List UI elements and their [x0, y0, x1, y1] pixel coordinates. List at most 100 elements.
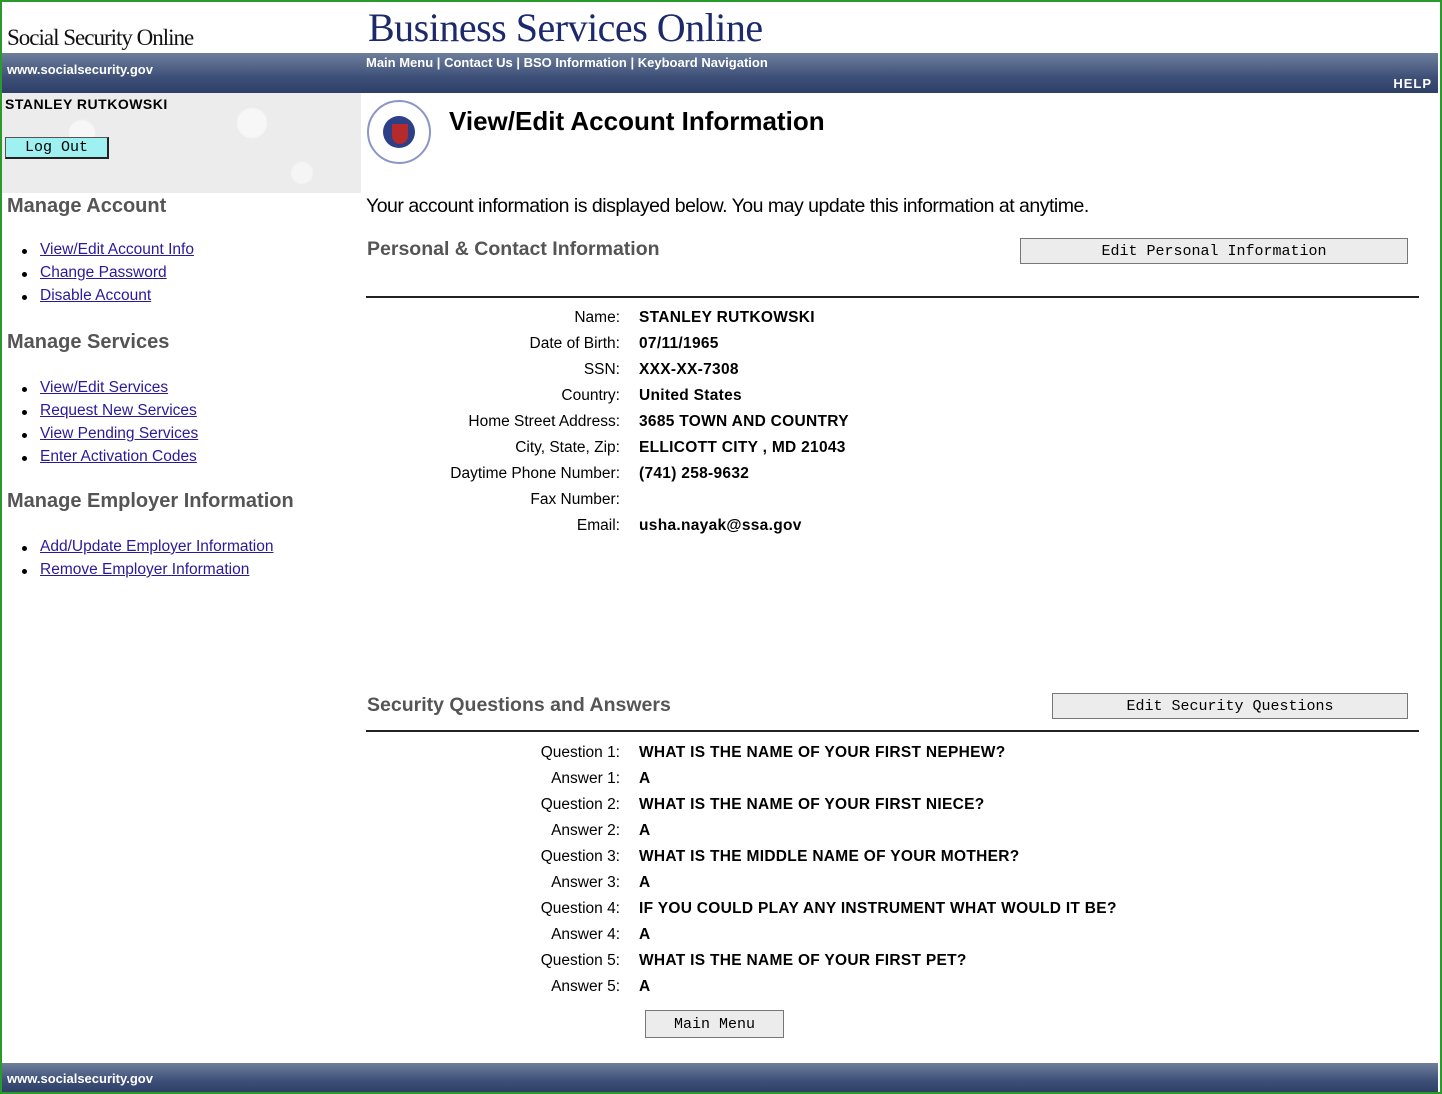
field-value: WHAT IS THE NAME OF YOUR FIRST NIECE? [639, 796, 985, 813]
edit-security-questions-button[interactable]: Edit Security Questions [1052, 693, 1408, 719]
ssa-seal-icon [367, 100, 431, 164]
nav-separator: | [630, 55, 635, 70]
nav-separator: | [516, 55, 520, 70]
manage-account-list: View/Edit Account Info Change Password D… [22, 241, 194, 310]
sidebar-link-view-edit-services[interactable]: View/Edit Services [40, 379, 168, 396]
field-value: United States [639, 387, 742, 404]
field-label: Daytime Phone Number: [450, 465, 620, 482]
intro-text: Your account information is displayed be… [366, 195, 1089, 217]
list-item: Enter Activation Codes [22, 448, 198, 471]
edit-personal-info-button[interactable]: Edit Personal Information [1020, 238, 1408, 264]
page-title: View/Edit Account Information [449, 106, 825, 136]
field-value: (741) 258-9632 [639, 465, 750, 482]
field-label: Date of Birth: [529, 335, 620, 352]
field-label: SSN: [583, 361, 620, 378]
manage-services-list: View/Edit Services Request New Services … [22, 379, 198, 471]
field-label: Question 5: [540, 952, 620, 969]
sidebar-heading-manage-services: Manage Services [7, 331, 170, 353]
help-link[interactable]: HELP [1393, 76, 1432, 91]
table-row: Daytime Phone Number: (741) 258-9632 [366, 465, 1366, 491]
table-row: Answer 1: A [366, 770, 1366, 796]
sidebar-heading-manage-account: Manage Account [7, 195, 167, 217]
sidebar-link-remove-employer[interactable]: Remove Employer Information [40, 561, 249, 578]
field-value: IF YOU COULD PLAY ANY INSTRUMENT WHAT WO… [639, 900, 1117, 917]
field-value: A [639, 978, 651, 995]
footer-bar: www.socialsecurity.gov [2, 1063, 1438, 1092]
field-value: WHAT IS THE MIDDLE NAME OF YOUR MOTHER? [639, 848, 1020, 865]
table-row: Answer 5: A [366, 978, 1366, 1004]
field-value: ELLICOTT CITY , MD 21043 [639, 439, 846, 456]
table-row: City, State, Zip: ELLICOTT CITY , MD 2104… [366, 439, 1366, 465]
personal-info-table: Name: STANLEY RUTKOWSKI Date of Birth: 07/… [366, 309, 1366, 543]
field-label: Question 4: [540, 900, 620, 917]
field-value: WHAT IS THE NAME OF YOUR FIRST PET? [639, 952, 967, 969]
nav-bso-information[interactable]: BSO Information [524, 55, 627, 70]
field-label: Answer 1: [551, 770, 620, 787]
sidebar-link-disable-account[interactable]: Disable Account [40, 287, 151, 304]
table-row: Question 4: IF YOU COULD PLAY ANY INSTRUM… [366, 900, 1366, 926]
list-item: Disable Account [22, 287, 194, 310]
main-menu-button[interactable]: Main Menu [645, 1010, 784, 1038]
list-item: View Pending Services [22, 425, 198, 448]
field-value: XXX-XX-7308 [639, 361, 739, 378]
field-label: Answer 4: [551, 926, 620, 943]
list-item: View/Edit Services [22, 379, 198, 402]
field-label: Question 3: [540, 848, 620, 865]
field-label: Country: [561, 387, 620, 404]
logout-button[interactable]: Log Out [5, 137, 109, 159]
table-row: SSN: XXX-XX-7308 [366, 361, 1366, 387]
table-row: Answer 2: A [366, 822, 1366, 848]
sidebar-heading-manage-employer: Manage Employer Information [7, 490, 294, 512]
site-title: Business Services Online [368, 5, 763, 50]
table-row: Question 2: WHAT IS THE NAME OF YOUR FIRS… [366, 796, 1366, 822]
field-value: A [639, 770, 651, 787]
list-item: Change Password [22, 264, 194, 287]
table-row: Date of Birth: 07/11/1965 [366, 335, 1366, 361]
field-label: Answer 2: [551, 822, 620, 839]
sidebar-link-view-pending-services[interactable]: View Pending Services [40, 425, 198, 442]
manage-employer-list: Add/Update Employer Information Remove E… [22, 538, 273, 584]
site-url: www.socialsecurity.gov [7, 62, 153, 77]
header-bar: www.socialsecurity.gov Main Menu | Conta… [2, 53, 1438, 93]
user-panel: STANLEY RUTKOWSKI Log Out [2, 93, 361, 193]
table-row: Question 3: WHAT IS THE MIDDLE NAME OF YO… [366, 848, 1366, 874]
field-label: Answer 5: [551, 978, 620, 995]
list-item: Remove Employer Information [22, 561, 273, 584]
table-row: Answer 4: A [366, 926, 1366, 952]
field-value: A [639, 926, 651, 943]
field-label: City, State, Zip: [515, 439, 620, 456]
field-label: Name: [574, 309, 620, 326]
user-name: STANLEY RUTKOWSKI [5, 96, 168, 112]
field-label: Home Street Address: [468, 413, 620, 430]
divider [366, 730, 1419, 732]
field-value: 07/11/1965 [639, 335, 719, 352]
list-item: View/Edit Account Info [22, 241, 194, 264]
list-item: Add/Update Employer Information [22, 538, 273, 561]
nav-separator: | [436, 55, 441, 70]
field-label: Answer 3: [551, 874, 620, 891]
divider [366, 296, 1419, 298]
security-questions-table: Question 1: WHAT IS THE NAME OF YOUR FIRS… [366, 744, 1366, 1004]
sidebar-link-request-new-services[interactable]: Request New Services [40, 402, 197, 419]
table-row: Answer 3: A [366, 874, 1366, 900]
sidebar-link-enter-activation-codes[interactable]: Enter Activation Codes [40, 448, 197, 465]
nav-main-menu[interactable]: Main Menu [366, 55, 433, 70]
field-label: Fax Number: [530, 491, 620, 508]
field-label: Question 1: [540, 744, 620, 761]
top-nav: Main Menu | Contact Us | BSO Information… [366, 55, 768, 70]
nav-contact-us[interactable]: Contact Us [444, 55, 513, 70]
field-value: STANLEY RUTKOWSKI [639, 309, 815, 326]
nav-keyboard-navigation[interactable]: Keyboard Navigation [638, 55, 768, 70]
sidebar-link-change-password[interactable]: Change Password [40, 264, 167, 281]
field-value: WHAT IS THE NAME OF YOUR FIRST NEPHEW? [639, 744, 1006, 761]
sidebar-link-add-update-employer[interactable]: Add/Update Employer Information [40, 538, 273, 555]
personal-info-heading: Personal & Contact Information [367, 238, 660, 260]
table-row: Home Street Address: 3685 TOWN AND COUNTR… [366, 413, 1366, 439]
field-value: 3685 TOWN AND COUNTRY [639, 413, 849, 430]
security-questions-heading: Security Questions and Answers [367, 694, 671, 716]
list-item: Request New Services [22, 402, 198, 425]
field-value: A [639, 874, 651, 891]
field-label: Email: [576, 517, 620, 534]
sidebar-link-view-edit-account[interactable]: View/Edit Account Info [40, 241, 194, 258]
footer-site-url: www.socialsecurity.gov [7, 1071, 153, 1086]
